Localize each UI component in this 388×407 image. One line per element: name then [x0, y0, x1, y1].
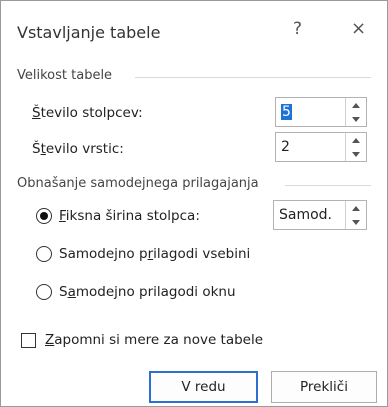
fixed-width-label: Fiksna širina stolpca:: [59, 208, 200, 224]
remember-dimensions-label: Zapomni si mere za nove tabele: [45, 332, 264, 348]
autofit-window-label: Samodejno prilagodi oknu: [59, 284, 236, 300]
autofit-group-label: Obnašanje samodejnega prilagajanja: [17, 176, 259, 191]
columns-increment-button[interactable]: [346, 98, 366, 112]
fixed-width-radio[interactable]: [36, 208, 52, 224]
rows-spinner-buttons: [345, 133, 366, 161]
insert-table-dialog: Vstavljanje tabele ? × Velikost tabele Š…: [0, 0, 388, 407]
group-divider: [285, 185, 371, 186]
autofit-window-radio[interactable]: [36, 284, 52, 300]
columns-decrement-button[interactable]: [346, 112, 366, 126]
title-bar: Vstavljanje tabele ? ×: [1, 1, 387, 63]
chevron-down-icon: [352, 116, 360, 122]
dialog-title: Vstavljanje tabele: [17, 23, 161, 42]
fixed-width-increment-button[interactable]: [346, 201, 366, 215]
cancel-button[interactable]: Prekliči: [271, 371, 377, 403]
chevron-up-icon: [352, 205, 360, 211]
radio-selected-dot: [40, 212, 48, 220]
rows-label: Število vrstic:: [32, 141, 124, 157]
remember-dimensions-checkbox[interactable]: [21, 333, 36, 348]
columns-spinner[interactable]: 5: [275, 97, 367, 127]
rows-increment-button[interactable]: [346, 133, 366, 147]
rows-spinner[interactable]: 2: [275, 132, 367, 162]
chevron-up-icon: [352, 102, 360, 108]
rows-value[interactable]: 2: [281, 139, 290, 155]
chevron-up-icon: [352, 137, 360, 143]
ok-button[interactable]: V redu: [149, 371, 258, 403]
columns-value[interactable]: 5: [281, 104, 292, 120]
autofit-contents-label: Samodejno prilagodi vsebini: [59, 246, 251, 262]
chevron-down-icon: [352, 151, 360, 157]
chevron-down-icon: [352, 219, 360, 225]
fixed-width-spinner-buttons: [345, 201, 366, 229]
fixed-width-decrement-button[interactable]: [346, 215, 366, 229]
table-size-group-label: Velikost tabele: [17, 68, 113, 83]
close-icon[interactable]: ×: [351, 18, 366, 39]
group-divider: [135, 77, 371, 78]
help-icon[interactable]: ?: [293, 19, 302, 39]
fixed-width-value[interactable]: Samod.: [279, 207, 332, 223]
columns-label: Število stolpcev:: [32, 105, 143, 121]
rows-decrement-button[interactable]: [346, 147, 366, 161]
fixed-width-spinner[interactable]: Samod.: [273, 200, 367, 230]
autofit-contents-radio[interactable]: [36, 246, 52, 262]
columns-spinner-buttons: [345, 98, 366, 126]
